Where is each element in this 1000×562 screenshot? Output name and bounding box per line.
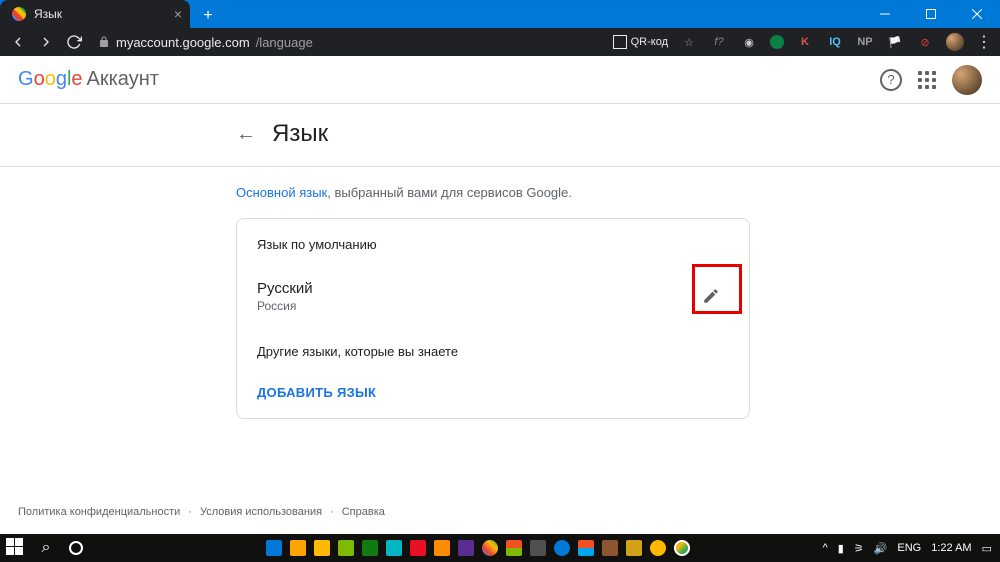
page-heading-row: ← Язык bbox=[236, 120, 1000, 148]
block-icon[interactable]: ⊘ bbox=[916, 33, 934, 51]
url-host: myaccount.google.com bbox=[116, 35, 250, 50]
extension-iq-icon[interactable]: IQ bbox=[826, 33, 844, 51]
taskbar-app-icon[interactable] bbox=[554, 540, 570, 556]
browser-tab[interactable]: Язык × bbox=[0, 0, 190, 28]
header-right: ? bbox=[880, 65, 982, 95]
taskbar-app-icon[interactable] bbox=[578, 540, 594, 556]
other-languages-label: Другие языки, которые вы знаете bbox=[257, 344, 729, 359]
google-header: Google Аккаунт ? bbox=[0, 56, 1000, 104]
tab-title: Язык bbox=[34, 7, 62, 21]
maximize-button[interactable] bbox=[908, 0, 954, 28]
primary-language-link[interactable]: Основной язык bbox=[236, 185, 327, 200]
clock[interactable]: 1:22 AM bbox=[931, 542, 971, 554]
extension-k-icon[interactable]: K bbox=[796, 33, 814, 51]
google-logo[interactable]: Google bbox=[18, 68, 83, 91]
windows-taskbar: ⌕ ^ ▮ ⚞ 🔊 ENG 1:22 AM ▭ bbox=[0, 534, 1000, 562]
footer-help-link[interactable]: Справка bbox=[342, 506, 385, 518]
back-arrow-icon[interactable]: ← bbox=[236, 123, 256, 146]
desc-rest: , выбранный вами для сервисов Google. bbox=[327, 185, 572, 200]
language-card: Язык по умолчанию Русский Россия Другие … bbox=[236, 218, 750, 419]
footer-terms-link[interactable]: Условия использования bbox=[200, 506, 322, 518]
taskbar-app-icon[interactable] bbox=[266, 540, 282, 556]
language-row: Русский Россия bbox=[257, 272, 729, 320]
tab-favicon-icon bbox=[12, 7, 26, 21]
taskbar-pinned bbox=[266, 540, 690, 556]
taskbar-app-icon[interactable] bbox=[290, 540, 306, 556]
forward-icon[interactable] bbox=[36, 32, 56, 52]
extension-np-icon[interactable]: NP bbox=[856, 33, 874, 51]
content-inner: Основной язык, выбранный вами для сервис… bbox=[236, 167, 750, 419]
address-bar-right: QR-код ☆ f? ◉ K IQ NP 🏳️ ⊘ ⋮ bbox=[613, 32, 992, 52]
start-button[interactable] bbox=[6, 538, 26, 558]
star-icon[interactable]: ☆ bbox=[680, 33, 698, 51]
taskbar-app-icon[interactable] bbox=[458, 540, 474, 556]
page-title: Язык bbox=[272, 120, 328, 148]
default-language-label: Язык по умолчанию bbox=[257, 237, 729, 252]
address-bar: myaccount.google.com/language QR-код ☆ f… bbox=[0, 28, 1000, 56]
qr-icon bbox=[613, 35, 627, 49]
minimize-button[interactable] bbox=[862, 0, 908, 28]
page-description: Основной язык, выбранный вами для сервис… bbox=[236, 185, 750, 200]
reload-icon[interactable] bbox=[64, 32, 84, 52]
tab-strip: Язык × + bbox=[0, 0, 220, 28]
page-footer: Политика конфиденциальности · Условия ис… bbox=[18, 506, 385, 518]
lock-icon bbox=[98, 36, 110, 48]
taskbar-left: ⌕ bbox=[0, 538, 86, 558]
apps-grid-icon[interactable] bbox=[918, 71, 936, 89]
taskbar-app-icon[interactable] bbox=[410, 540, 426, 556]
taskbar-app-icon[interactable] bbox=[314, 540, 330, 556]
taskbar-app-icon[interactable] bbox=[626, 540, 642, 556]
help-icon[interactable]: ? bbox=[880, 69, 902, 91]
qr-label: QR-код bbox=[631, 36, 668, 48]
window-controls bbox=[862, 0, 1000, 28]
url-path: /language bbox=[256, 35, 313, 50]
profile-avatar-icon[interactable] bbox=[946, 33, 964, 51]
language-name: Русский bbox=[257, 280, 313, 297]
language-region: Россия bbox=[257, 299, 313, 313]
wifi-icon[interactable]: ⚞ bbox=[854, 542, 864, 555]
account-label: Аккаунт bbox=[87, 68, 159, 91]
taskbar-app-icon[interactable] bbox=[338, 540, 354, 556]
taskbar-app-icon[interactable] bbox=[386, 540, 402, 556]
close-button[interactable] bbox=[954, 0, 1000, 28]
new-tab-button[interactable]: + bbox=[196, 4, 220, 28]
qr-extension[interactable]: QR-код bbox=[613, 35, 668, 49]
taskbar-app-icon[interactable] bbox=[602, 540, 618, 556]
url-display[interactable]: myaccount.google.com/language bbox=[98, 35, 313, 50]
system-tray: ^ ▮ ⚞ 🔊 ENG 1:22 AM ▭ bbox=[823, 542, 1000, 555]
taskbar-app-icon[interactable] bbox=[506, 540, 522, 556]
content-area: ← Язык Основной язык, выбранный вами для… bbox=[0, 104, 1000, 419]
language-indicator[interactable]: ENG bbox=[897, 542, 921, 554]
extension-green-icon[interactable] bbox=[770, 35, 784, 49]
flag-icon[interactable]: 🏳️ bbox=[886, 33, 904, 51]
taskbar-app-icon[interactable] bbox=[482, 540, 498, 556]
taskbar-app-icon[interactable] bbox=[434, 540, 450, 556]
pencil-icon bbox=[702, 287, 720, 305]
search-icon[interactable]: ⌕ bbox=[36, 538, 56, 558]
notifications-icon[interactable]: ▭ bbox=[982, 542, 992, 555]
taskbar-app-icon[interactable] bbox=[650, 540, 666, 556]
add-language-button[interactable]: ДОБАВИТЬ ЯЗЫК bbox=[257, 385, 729, 400]
tray-chevron-icon[interactable]: ^ bbox=[823, 542, 828, 554]
account-avatar[interactable] bbox=[952, 65, 982, 95]
taskbar-app-icon[interactable] bbox=[530, 540, 546, 556]
footer-privacy-link[interactable]: Политика конфиденциальности bbox=[18, 506, 180, 518]
cortana-icon[interactable] bbox=[66, 538, 86, 558]
volume-icon[interactable]: 🔊 bbox=[874, 542, 888, 555]
language-info: Русский Россия bbox=[257, 280, 313, 313]
window-titlebar: Язык × + bbox=[0, 0, 1000, 28]
taskbar-app-icon[interactable] bbox=[362, 540, 378, 556]
taskbar-app-icon[interactable] bbox=[674, 540, 690, 556]
extension-icon[interactable]: f? bbox=[710, 33, 728, 51]
camera-icon[interactable]: ◉ bbox=[740, 33, 758, 51]
battery-icon[interactable]: ▮ bbox=[838, 542, 844, 555]
tab-close-icon[interactable]: × bbox=[174, 6, 182, 22]
browser-menu-icon[interactable]: ⋮ bbox=[976, 32, 992, 52]
back-icon[interactable] bbox=[8, 32, 28, 52]
edit-language-button[interactable] bbox=[687, 272, 735, 320]
